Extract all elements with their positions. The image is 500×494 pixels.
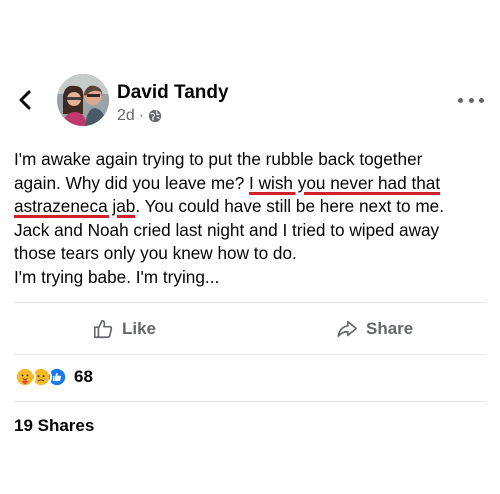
like-button[interactable]: Like (92, 314, 156, 344)
divider (14, 401, 486, 402)
post-line: those tears only you knew how to do. (14, 243, 297, 263)
shares-count[interactable]: 19 Shares (14, 416, 94, 436)
divider (14, 354, 486, 355)
post-line: again. Why did you leave me? I wish you … (14, 172, 441, 193)
post-line: I'm awake again trying to put the rubble… (14, 149, 423, 169)
globe-icon (149, 109, 162, 123)
post-line: I'm trying babe. I'm trying... (14, 266, 220, 287)
meta-separator: · (138, 107, 145, 124)
highlighted-text: astrazeneca jab (14, 196, 136, 216)
back-chevron-icon[interactable] (14, 88, 38, 112)
facebook-post: David Tandy 2d · I'm awake again trying … (0, 0, 500, 494)
post-text: I'm awake again trying to put the rubble… (14, 148, 492, 289)
highlighted-text: I wish you never had that (249, 172, 441, 193)
post-line: astrazeneca jab. You could have still be… (14, 196, 444, 216)
share-label: Share (366, 319, 414, 338)
care-icon (14, 366, 36, 388)
more-options-icon[interactable] (458, 93, 484, 107)
divider (14, 302, 486, 303)
reaction-count: 68 (74, 367, 93, 386)
post-line: Jack and Noah cried last night and I tri… (14, 219, 440, 240)
like-label: Like (122, 319, 157, 338)
post-meta: 2d · (117, 107, 162, 125)
author-name[interactable]: David Tandy (117, 82, 229, 104)
timestamp[interactable]: 2d (117, 107, 135, 125)
share-arrow-icon (337, 320, 357, 338)
share-button[interactable]: Share (336, 314, 413, 344)
thumbs-up-icon (93, 319, 113, 339)
reactions-summary[interactable]: 68 (14, 366, 93, 388)
avatar[interactable] (57, 74, 109, 126)
